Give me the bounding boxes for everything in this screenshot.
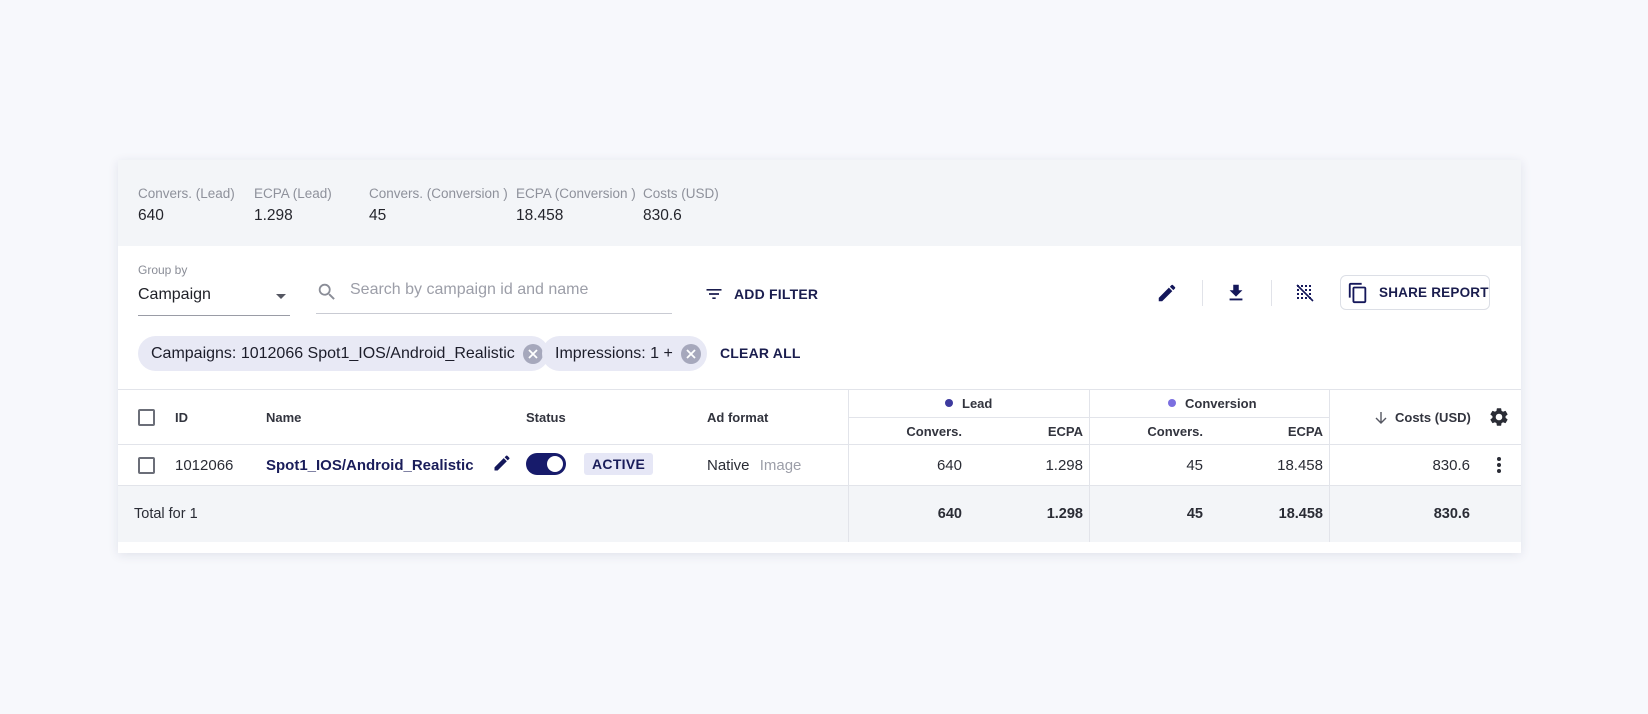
metric-label: Convers. (Conversion ): [369, 186, 508, 201]
metric-label: ECPA (Conversion ): [516, 186, 636, 201]
download-button[interactable]: [1221, 278, 1251, 308]
group-header-lead: Lead: [945, 396, 992, 411]
column-divider: [1089, 486, 1090, 542]
report-card: Convers. (Lead) 640 ECPA (Lead) 1.298 Co…: [118, 160, 1521, 553]
row-menu-button[interactable]: [1489, 454, 1509, 476]
conversion-convers-cell: 45: [1186, 457, 1203, 474]
search-field[interactable]: [316, 280, 672, 314]
lead-convers-cell: 640: [936, 457, 962, 474]
column-header-costs[interactable]: Costs (USD): [1374, 410, 1471, 425]
header-bottom-border: [118, 444, 1521, 445]
row-id: 1012066: [175, 457, 234, 474]
close-icon: [528, 348, 538, 359]
total-lead-ecpa: 1.298: [1046, 506, 1083, 522]
table-settings-button[interactable]: [1488, 406, 1510, 428]
metric-conversion-convers: Convers. (Conversion ) 45: [369, 186, 508, 225]
status-badge: ACTIVE: [584, 453, 654, 475]
total-label: Total for 1: [134, 506, 198, 522]
column-header-lead-convers[interactable]: Convers.: [856, 424, 962, 439]
edit-report-button[interactable]: [1152, 278, 1182, 308]
pencil-icon: [494, 455, 510, 471]
filter-chip-label: Campaigns: 1012066 Spot1_IOS/Android_Rea…: [151, 344, 515, 362]
edit-campaign-button[interactable]: [492, 453, 512, 473]
metric-value: 1.298: [254, 207, 293, 224]
total-lead-convers: 640: [937, 506, 962, 522]
column-divider: [848, 486, 849, 542]
group-by-value: Campaign: [138, 286, 211, 303]
column-header-costs-label: Costs (USD): [1395, 410, 1471, 425]
grid-off-icon: [1296, 284, 1314, 302]
group-by-label: Group by: [138, 263, 188, 277]
metric-label: ECPA (Lead): [254, 186, 332, 201]
group-header-conversion-label: Conversion: [1185, 396, 1257, 411]
lead-dot-icon: [945, 399, 953, 407]
metric-lead-ecpa: ECPA (Lead) 1.298: [254, 186, 332, 225]
total-costs: 830.6: [1433, 506, 1470, 522]
column-divider: [1329, 486, 1330, 542]
status-toggle[interactable]: [526, 453, 566, 475]
arrow-down-icon: [1375, 411, 1387, 424]
metric-costs: Costs (USD) 830.6: [643, 186, 719, 225]
add-filter-button[interactable]: ADD FILTER: [704, 284, 818, 304]
remove-filter-button[interactable]: [680, 343, 701, 364]
share-report-button[interactable]: SHARE REPORT: [1340, 275, 1490, 310]
clear-all-button[interactable]: CLEAR ALL: [720, 345, 801, 361]
grid-off-button[interactable]: [1290, 278, 1320, 308]
more-vertical-icon: [1497, 457, 1501, 473]
download-icon: [1229, 284, 1243, 301]
metric-label: Costs (USD): [643, 186, 719, 201]
search-icon: [318, 283, 335, 300]
copy-icon: [1348, 282, 1367, 303]
gear-icon: [1490, 408, 1508, 426]
metric-lead-convers: Convers. (Lead) 640: [138, 186, 235, 225]
add-filter-label: ADD FILTER: [734, 286, 819, 302]
filter-chip-label: Impressions: 1 +: [555, 344, 673, 362]
pencil-icon: [1158, 284, 1176, 302]
column-header-lead-ecpa[interactable]: ECPA: [978, 424, 1083, 439]
column-header-conversion-ecpa[interactable]: ECPA: [1218, 424, 1323, 439]
column-header-name[interactable]: Name: [266, 410, 301, 425]
summary-bar: Convers. (Lead) 640 ECPA (Lead) 1.298 Co…: [118, 160, 1521, 246]
ad-format-primary: Native: [707, 457, 750, 474]
metric-value: 830.6: [643, 207, 682, 224]
column-header-status[interactable]: Status: [526, 410, 566, 425]
metric-conversion-ecpa: ECPA (Conversion ) 18.458: [516, 186, 636, 225]
metric-value: 18.458: [516, 207, 564, 224]
campaign-name-link[interactable]: Spot1_IOS/Android_Realistic: [266, 457, 474, 474]
remove-filter-button[interactable]: [522, 343, 543, 364]
metric-value: 45: [369, 207, 387, 224]
filter-chip-impressions: Impressions: 1 +: [542, 336, 707, 371]
search-input[interactable]: [350, 281, 650, 299]
conversion-ecpa-cell: 18.458: [1277, 457, 1323, 474]
row-checkbox[interactable]: [138, 457, 155, 474]
metric-label: Convers. (Lead): [138, 186, 235, 201]
toolbar-divider: [1271, 280, 1272, 306]
ad-format-secondary: Image: [759, 457, 802, 474]
toggle-knob: [547, 456, 563, 472]
column-header-id[interactable]: ID: [175, 410, 188, 425]
chevron-down-icon: [276, 294, 286, 299]
costs-cell: 830.6: [1432, 457, 1470, 474]
group-header-lead-label: Lead: [962, 396, 993, 411]
group-header-conversion: Conversion: [1168, 396, 1257, 411]
table-top-border: [118, 389, 1521, 390]
ad-format-cell: Native Image: [707, 457, 801, 474]
toolbar-divider: [1202, 280, 1203, 306]
select-all-checkbox[interactable]: [138, 409, 155, 426]
lead-ecpa-cell: 1.298: [1045, 457, 1083, 474]
column-header-conversion-convers[interactable]: Convers.: [1098, 424, 1203, 439]
metric-value: 640: [138, 207, 164, 224]
column-header-ad-format[interactable]: Ad format: [707, 410, 768, 425]
total-conversion-ecpa: 18.458: [1278, 506, 1323, 522]
group-by-select[interactable]: Group by Campaign: [138, 263, 290, 316]
filter-icon: [706, 289, 722, 299]
filter-chip-campaigns: Campaigns: 1012066 Spot1_IOS/Android_Rea…: [138, 336, 549, 371]
group-by-dropdown[interactable]: Campaign: [138, 286, 290, 316]
conversion-dot-icon: [1168, 399, 1176, 407]
total-conversion-convers: 45: [1186, 506, 1203, 522]
share-report-label: SHARE REPORT: [1379, 285, 1489, 300]
close-icon: [686, 348, 696, 359]
